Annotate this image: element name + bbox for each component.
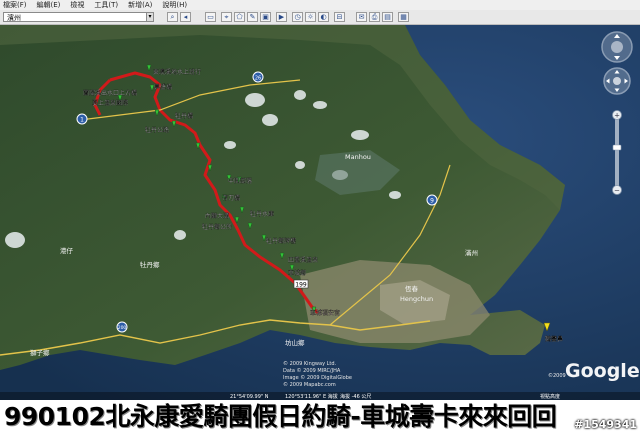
email-icon[interactable]: ✉ <box>356 12 367 22</box>
svg-text:Hengchun: Hengchun <box>400 295 433 303</box>
svg-text:1: 1 <box>80 117 84 124</box>
search-input[interactable]: 濱州 <box>3 12 153 22</box>
move-control[interactable] <box>603 67 631 95</box>
svg-text:牡丹公路: 牡丹公路 <box>145 126 169 134</box>
svg-text:199: 199 <box>295 282 307 289</box>
svg-text:牡丹鄉公所: 牡丹鄉公所 <box>202 223 232 231</box>
map-view[interactable]: 9 26 199 1 200 蘭陽溪出水口上方橋 興盛橋 東澳溪地水上班行 夏上… <box>0 25 640 400</box>
logo-copyright: ©2009 <box>548 372 566 379</box>
maps-icon[interactable]: ▦ <box>398 12 409 22</box>
polygon-icon[interactable]: ⬠ <box>234 12 245 22</box>
svg-text:© 2009 Mapabc.com: © 2009 Mapabc.com <box>283 381 336 388</box>
svg-text:9: 9 <box>430 198 434 205</box>
road-shield-9: 9 <box>426 194 438 206</box>
satellite-map[interactable]: 9 26 199 1 200 蘭陽溪出水口上方橋 興盛橋 東澳溪地水上班行 夏上… <box>0 25 640 400</box>
svg-text:興盛橋: 興盛橋 <box>154 83 172 91</box>
search-dropdown-icon[interactable]: ▾ <box>146 12 154 22</box>
svg-text:120°53'11.96" E 海拔: 120°53'11.96" E 海拔 <box>285 393 338 400</box>
road-shield-200: 200 <box>116 321 128 333</box>
save-image-icon[interactable]: ▤ <box>382 12 393 22</box>
menu-bar: 檔案(F) 編輯(E) 檢視 工具(T) 新增(A) 說明(H) <box>0 0 640 10</box>
zoom-handle[interactable] <box>612 144 622 151</box>
svg-text:青刀橋: 青刀橋 <box>222 194 240 202</box>
svg-text:鵝鑾鼻: 鵝鑾鼻 <box>545 335 563 343</box>
toolbar: 濱州 ▾ ⌕ ◂ ▭ ⌖ ⬠ ✎ ▣ ▶ ◷ ☼ ◐ ⊟ ✉ ⎙ ▤ ▦ <box>0 10 640 25</box>
svg-text:+: + <box>614 112 620 120</box>
sun-icon[interactable]: ☼ <box>305 12 316 22</box>
svg-text:26: 26 <box>255 76 261 82</box>
menu-help[interactable]: 說明(H) <box>162 0 187 10</box>
overlay-icon[interactable]: ▣ <box>260 12 271 22</box>
caption-banner: 990102北永康愛騎團假日約騎-車城壽卡來來回回 <box>0 400 640 434</box>
svg-text:東澳溪地水上班行: 東澳溪地水上班行 <box>153 68 201 76</box>
svg-text:© 2009 Kingway Ltd.: © 2009 Kingway Ltd. <box>283 360 337 367</box>
svg-text:車城鄉: 車城鄉 <box>288 269 306 277</box>
menu-tools[interactable]: 工具(T) <box>94 0 118 10</box>
historical-icon[interactable]: ◷ <box>292 12 303 22</box>
look-control[interactable] <box>601 31 633 63</box>
placemark-icon[interactable]: ⌖ <box>221 12 232 22</box>
google-logo: Google <box>565 360 640 382</box>
watermark: #1549341 <box>574 418 637 431</box>
menu-add[interactable]: 新增(A) <box>128 0 152 10</box>
svg-text:中間部落: 中間部落 <box>228 177 252 185</box>
sidebar-toggle-icon[interactable]: ▭ <box>205 12 216 22</box>
nav-icon[interactable]: ◂ <box>180 12 191 22</box>
svg-text:車城福安宮: 車城福安宮 <box>310 309 340 317</box>
svg-text:視點高度: 視點高度 <box>540 393 560 400</box>
svg-text:內獅大溝: 內獅大溝 <box>205 212 229 220</box>
path-icon[interactable]: ✎ <box>247 12 258 22</box>
svg-text:200: 200 <box>118 325 127 331</box>
svg-text:Data © 2009 MIRC/JHA: Data © 2009 MIRC/JHA <box>283 367 341 374</box>
menu-edit[interactable]: 編輯(E) <box>37 0 61 10</box>
menu-file[interactable]: 檔案(F) <box>3 0 27 10</box>
planet-icon[interactable]: ◐ <box>318 12 329 22</box>
caption-title: 990102北永康愛騎團假日約騎-車城壽卡來來回回 <box>4 402 557 431</box>
road-shield-26: 26 <box>252 71 264 83</box>
svg-text:牡丹鄉牌樓: 牡丹鄉牌樓 <box>266 237 296 245</box>
svg-text:港仔: 港仔 <box>60 246 74 255</box>
print-icon[interactable]: ⎙ <box>369 12 380 22</box>
svg-text:海拔 -46 公尺: 海拔 -46 公尺 <box>340 393 371 400</box>
search-go-icon[interactable]: ⌕ <box>167 12 178 22</box>
svg-text:Manhou: Manhou <box>345 153 371 161</box>
svg-text:−: − <box>614 187 620 195</box>
tour-icon[interactable]: ▶ <box>276 12 287 22</box>
svg-text:滿州: 滿州 <box>465 248 478 257</box>
menu-view[interactable]: 檢視 <box>70 0 84 10</box>
road-shield-1: 1 <box>76 113 88 125</box>
svg-text:坊山鄉: 坊山鄉 <box>285 338 305 347</box>
svg-text:牡丹鄉: 牡丹鄉 <box>140 260 160 269</box>
ruler-icon[interactable]: ⊟ <box>334 12 345 22</box>
svg-text:牡丹水庫: 牡丹水庫 <box>250 210 274 218</box>
road-shield-199: 199 <box>293 279 309 289</box>
svg-text:蘭陽溪出水口上方橋: 蘭陽溪出水口上方橋 <box>83 89 137 97</box>
svg-text:牡丹橋: 牡丹橋 <box>175 112 193 120</box>
svg-text:獅子鄉: 獅子鄉 <box>30 348 50 357</box>
svg-text:Image © 2009 DigitalGlobe: Image © 2009 DigitalGlobe <box>283 374 352 381</box>
svg-text:四重溪溫泉: 四重溪溫泉 <box>288 256 318 264</box>
svg-text:恆春: 恆春 <box>405 284 419 293</box>
svg-text:夏上溫泉國際: 夏上溫泉國際 <box>92 99 128 107</box>
